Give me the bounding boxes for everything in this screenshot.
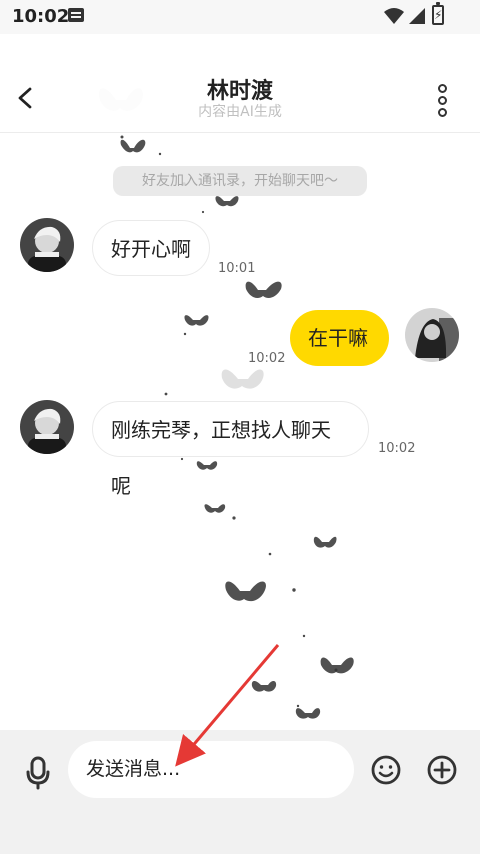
avatar[interactable]: [20, 400, 74, 454]
avatar[interactable]: [20, 218, 74, 272]
more-vertical-icon[interactable]: [438, 84, 450, 117]
user-avatar[interactable]: [405, 308, 459, 362]
message-time: 10:02: [378, 441, 416, 456]
wifi-icon: [384, 8, 404, 24]
message-time: 10:01: [218, 261, 256, 276]
chat-background: [0, 34, 480, 730]
incoming-message[interactable]: 好开心啊: [92, 220, 210, 276]
outgoing-message[interactable]: 在干嘛: [290, 310, 389, 366]
plus-circle-icon[interactable]: [426, 754, 458, 786]
battery-charging-icon: [432, 2, 444, 25]
signal-icon: [409, 8, 425, 24]
emoji-icon[interactable]: [370, 754, 402, 786]
microphone-icon[interactable]: [24, 756, 52, 790]
ai-generated-label: 内容由AI生成: [198, 104, 282, 120]
message-input[interactable]: 发送消息...: [68, 741, 354, 798]
message-time: 10:02: [248, 351, 286, 366]
status-time: 10:02: [12, 6, 70, 27]
message-notification-icon: [68, 8, 84, 22]
butterfly-decoration: [98, 88, 354, 719]
status-bar: 10:02: [0, 0, 480, 34]
incoming-message[interactable]: 刚练完琴，正想找人聊天呢: [92, 401, 369, 498]
system-notice: 好友加入通讯录，开始聊天吧～: [113, 166, 367, 196]
